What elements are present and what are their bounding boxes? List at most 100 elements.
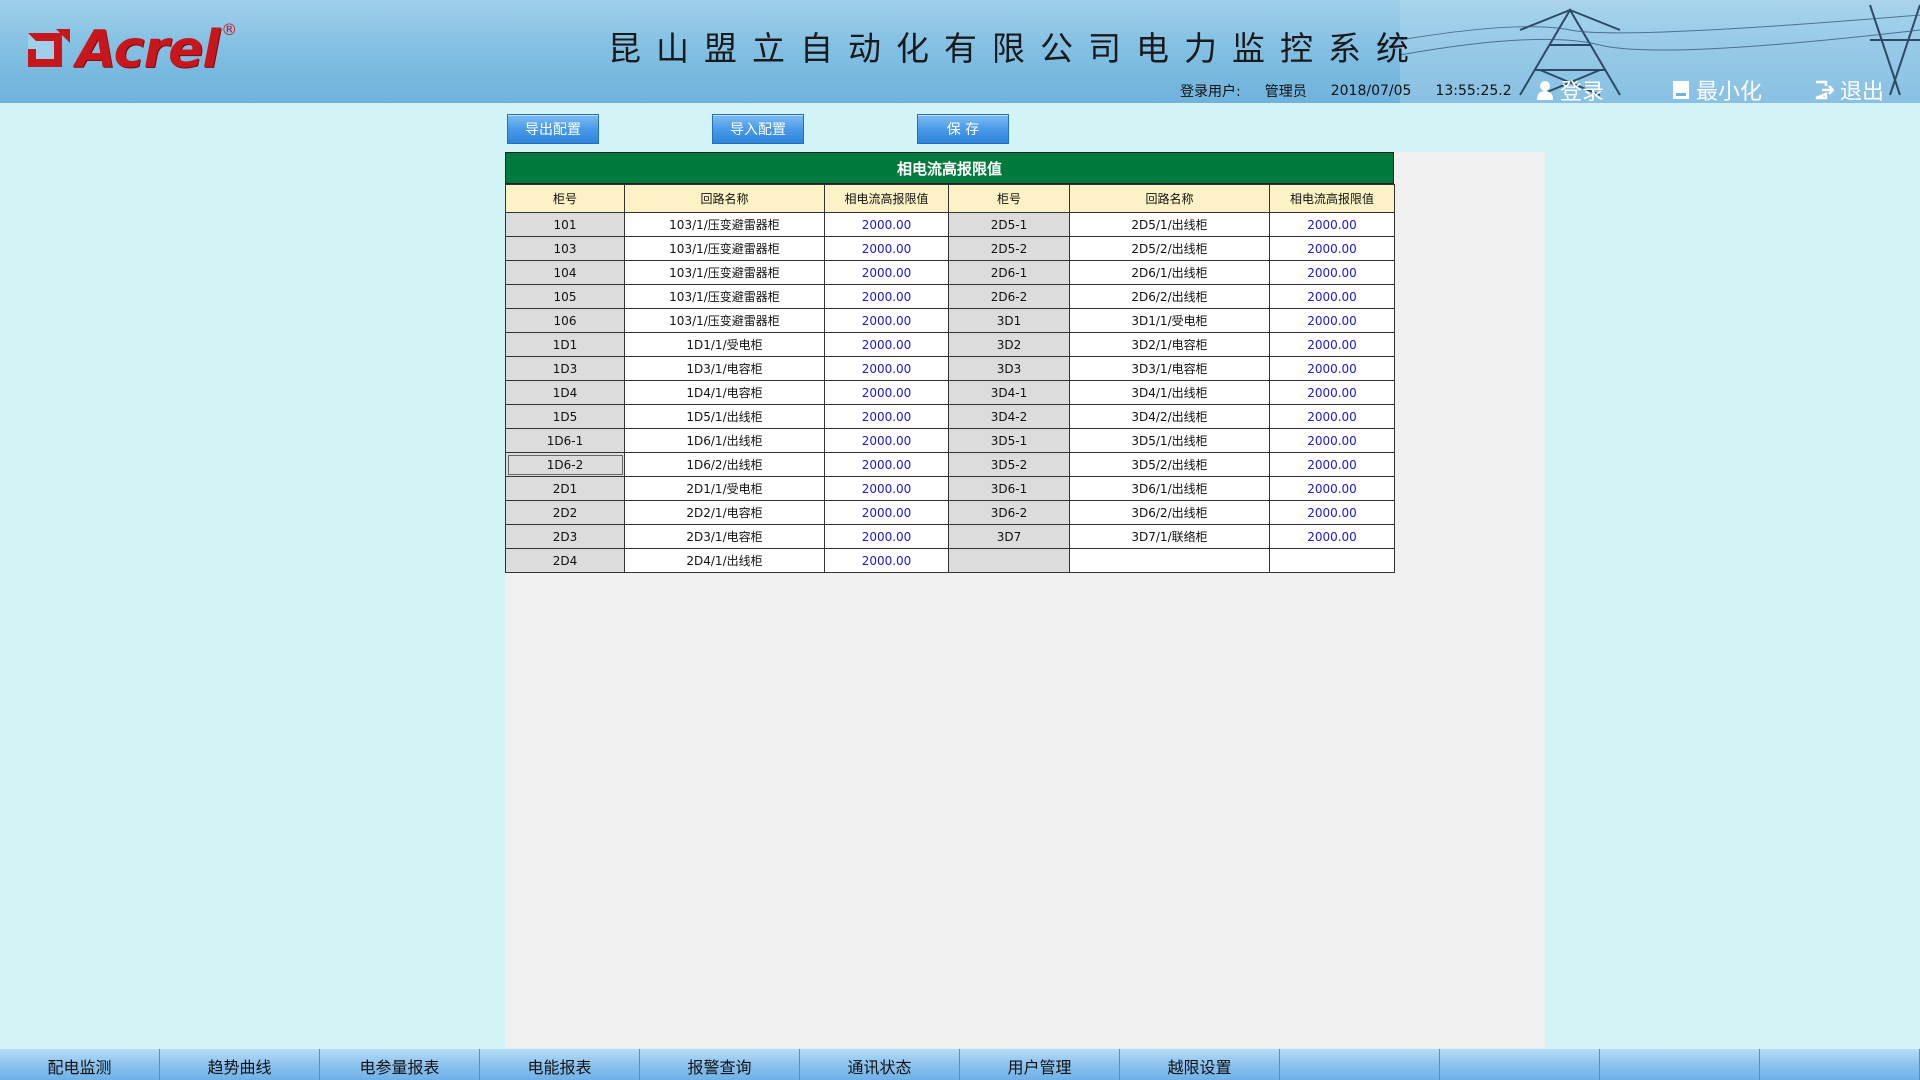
exit-button[interactable]: 退出 [1814,74,1884,103]
nav-item[interactable]: 电能报表 [480,1049,640,1080]
threshold-value-cell[interactable]: 2000.00 [1269,332,1395,357]
table-header-row: 柜号 回路名称 相电流高报限值 柜号 回路名称 相电流高报限值 [505,184,1395,213]
table-row: 1D5 1D5/1/出线柜 2000.00 3D4-2 3D4/2/出线柜 2000.00 [505,404,1395,429]
threshold-value-cell[interactable]: 2000.00 [824,284,949,309]
nav-item[interactable] [1600,1049,1760,1080]
threshold-value-cell[interactable]: 2000.00 [824,260,949,285]
minimize-button[interactable]: 最小化 [1672,74,1762,103]
threshold-value-cell[interactable]: 2000.00 [1269,236,1395,261]
cabinet-id-cell: 106 [505,308,625,333]
table-row: 104 103/1/压变避雷器柜 2000.00 2D6-1 2D6/1/出线柜 2000… [505,260,1395,285]
system-title: 昆山盟立自动化有限公司电力监控系统 [608,29,1424,68]
threshold-value-cell[interactable]: 2000.00 [824,500,949,525]
threshold-value-cell[interactable] [1269,548,1395,573]
circuit-name-cell: 103/1/压变避雷器柜 [624,308,825,333]
column-header: 回路名称 [1069,184,1270,213]
cabinet-id-cell: 3D6-1 [948,476,1070,501]
table-row: 1D3 1D3/1/电容柜 2000.00 3D3 3D3/1/电容柜 2000.00 [505,356,1395,381]
circuit-name-cell: 2D3/1/电容柜 [624,524,825,549]
acrel-logo-mark-icon [28,29,70,67]
circuit-name-cell [1069,548,1270,573]
threshold-value-cell[interactable]: 2000.00 [1269,284,1395,309]
circuit-name-cell: 1D6/1/出线柜 [624,428,825,453]
circuit-name-cell: 3D7/1/联络柜 [1069,524,1270,549]
nav-item[interactable]: 趋势曲线 [160,1049,320,1080]
export-config-button[interactable]: 导出配置 [507,114,599,144]
circuit-name-cell: 1D3/1/电容柜 [624,356,825,381]
save-button[interactable]: 保 存 [917,114,1009,144]
threshold-value-cell[interactable]: 2000.00 [1269,308,1395,333]
circuit-name-cell: 2D4/1/出线柜 [624,548,825,573]
cabinet-id-cell [948,548,1070,573]
circuit-name-cell: 103/1/压变避雷器柜 [624,212,825,237]
threshold-value-cell[interactable]: 2000.00 [1269,428,1395,453]
threshold-value-cell[interactable]: 2000.00 [1269,524,1395,549]
threshold-value-cell[interactable]: 2000.00 [824,404,949,429]
threshold-value-cell[interactable]: 2000.00 [824,236,949,261]
threshold-value-cell[interactable]: 2000.00 [824,356,949,381]
nav-item[interactable] [1440,1049,1600,1080]
circuit-name-cell: 3D1/1/受电柜 [1069,308,1270,333]
table-row: 2D2 2D2/1/电容柜 2000.00 3D6-2 3D6/2/出线柜 2000.00 [505,500,1395,525]
cabinet-id-cell: 2D5-2 [948,236,1070,261]
threshold-value-cell[interactable]: 2000.00 [1269,380,1395,405]
circuit-name-cell: 3D2/1/电容柜 [1069,332,1270,357]
cabinet-id-cell: 2D6-1 [948,260,1070,285]
cabinet-id-cell: 2D6-2 [948,284,1070,309]
threshold-value-cell[interactable]: 2000.00 [824,428,949,453]
nav-item[interactable] [1280,1049,1440,1080]
table-body: 101 103/1/压变避雷器柜 2000.00 2D5-1 2D5/1/出线柜 2000… [505,212,1395,573]
threshold-value-cell[interactable]: 2000.00 [824,308,949,333]
current-time: 13:55:25.2 [1435,83,1512,99]
threshold-value-cell[interactable]: 2000.00 [824,452,949,477]
threshold-value-cell[interactable]: 2000.00 [1269,212,1395,237]
threshold-value-cell[interactable]: 2000.00 [1269,452,1395,477]
table-row: 2D3 2D3/1/电容柜 2000.00 3D7 3D7/1/联络柜 2000.00 [505,524,1395,549]
threshold-value-cell[interactable]: 2000.00 [824,332,949,357]
cabinet-id-cell: 3D6-2 [948,500,1070,525]
cabinet-id-cell: 103 [505,236,625,261]
threshold-value-cell[interactable]: 2000.00 [1269,404,1395,429]
nav-item[interactable]: 越限设置 [1120,1049,1280,1080]
column-header: 相电流高报限值 [1269,184,1395,213]
nav-item[interactable]: 报警查询 [640,1049,800,1080]
threshold-value-cell[interactable]: 2000.00 [824,212,949,237]
threshold-value-cell[interactable]: 2000.00 [1269,500,1395,525]
table-row: 1D4 1D4/1/电容柜 2000.00 3D4-1 3D4/1/出线柜 2000.00 [505,380,1395,405]
cabinet-id-cell: 104 [505,260,625,285]
column-header: 回路名称 [624,184,825,213]
table-row: 101 103/1/压变避雷器柜 2000.00 2D5-1 2D5/1/出线柜 2000… [505,212,1395,237]
circuit-name-cell: 2D6/1/出线柜 [1069,260,1270,285]
circuit-name-cell: 2D2/1/电容柜 [624,500,825,525]
cabinet-id-cell: 2D4 [505,548,625,573]
nav-item[interactable]: 电参量报表 [320,1049,480,1080]
threshold-value-cell[interactable]: 2000.00 [824,524,949,549]
threshold-value-cell[interactable]: 2000.00 [824,476,949,501]
nav-item[interactable]: 通讯状态 [800,1049,960,1080]
import-config-button[interactable]: 导入配置 [712,114,804,144]
bottom-navigation: 配电监测 趋势曲线 电参量报表 电能报表 报警查询 通讯状态 用户管理 越限设置 [0,1049,1920,1080]
minimize-icon [1673,81,1689,99]
cabinet-id-cell: 3D7 [948,524,1070,549]
circuit-name-cell: 1D6/2/出线柜 [624,452,825,477]
nav-item[interactable] [1760,1049,1920,1080]
circuit-name-cell: 2D5/1/出线柜 [1069,212,1270,237]
cabinet-id-cell: 2D5-1 [948,212,1070,237]
login-button[interactable]: 登录 [1536,74,1604,103]
threshold-value-cell[interactable]: 2000.00 [1269,356,1395,381]
threshold-value-cell[interactable]: 2000.00 [1269,476,1395,501]
cabinet-id-cell: 1D4 [505,380,625,405]
nav-item[interactable]: 配电监测 [0,1049,160,1080]
threshold-value-cell[interactable]: 2000.00 [824,548,949,573]
content-panel: 相电流高报限值 柜号 回路名称 相电流高报限值 柜号 回路名称 相电流高报限值 … [505,152,1545,1048]
threshold-value-cell[interactable]: 2000.00 [1269,260,1395,285]
cabinet-id-cell: 1D3 [505,356,625,381]
cabinet-id-cell: 101 [505,212,625,237]
circuit-name-cell: 3D3/1/电容柜 [1069,356,1270,381]
threshold-value-cell[interactable]: 2000.00 [824,380,949,405]
cabinet-id-cell: 3D2 [948,332,1070,357]
circuit-name-cell: 3D6/1/出线柜 [1069,476,1270,501]
logout-icon [1815,80,1834,100]
nav-item[interactable]: 用户管理 [960,1049,1120,1080]
table-row: 106 103/1/压变避雷器柜 2000.00 3D1 3D1/1/受电柜 2000.0… [505,308,1395,333]
